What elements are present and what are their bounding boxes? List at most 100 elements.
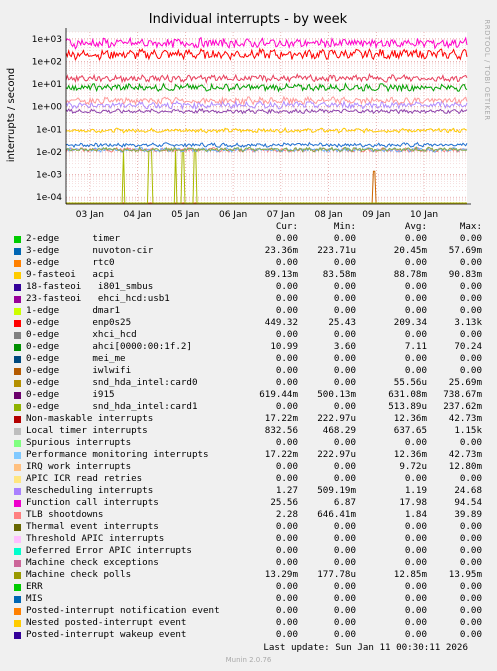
legend-swatch [14,608,21,615]
legend-max: 0.00 [459,305,482,316]
legend-min: 0.00 [333,593,356,604]
legend-row: Machine check polls 13.29m 177.78u 12.85m 13… [14,569,486,581]
legend-avg: 0.00 [404,521,427,532]
legend-swatch [14,368,21,375]
legend-swatch [14,512,21,519]
legend-row: 0-edge ahci[0000:00:1f.2] 10.99 3.60 7.11 70… [14,341,486,353]
legend-avg: 209.34 [393,317,427,328]
header-avg: Avg: [404,221,427,232]
legend-row: Posted-interrupt notification event 0.00 0… [14,605,486,617]
y-tick-label: 1e-04 [36,193,62,203]
legend-swatch [14,620,21,627]
legend-max: 94.54 [454,497,482,508]
legend-cur: 619.44m [259,389,298,400]
legend-name: 3-edge nuvoton-cir [26,245,154,256]
legend-max: 0.00 [459,581,482,592]
legend-cur: 0.00 [275,377,298,388]
legend-avg: 637.65 [393,425,427,436]
legend-cur: 0.00 [275,353,298,364]
legend-row: Deferred Error APIC interrupts 0.00 0.00 0.… [14,545,486,557]
legend-name: Function call interrupts [26,497,159,508]
legend-row: IRQ work interrupts 0.00 0.00 9.72u 12.80m [14,461,486,473]
legend-cur: 0.00 [275,461,298,472]
legend-name: Posted-interrupt wakeup event [26,629,187,640]
legend-avg: 0.00 [404,305,427,316]
legend-max: 0.00 [459,233,482,244]
legend-cur: 0.00 [275,233,298,244]
legend-name: Deferred Error APIC interrupts [26,545,192,556]
legend-swatch [14,404,21,411]
legend-max: 0.00 [459,593,482,604]
legend-min: 0.00 [333,281,356,292]
side-label: RRDTOOL / TOBI OETIKER [483,19,491,120]
legend-swatch [14,320,21,327]
legend-cur: 0.00 [275,305,298,316]
legend-name: 0-edge snd_hda_intel:card0 [26,377,198,388]
legend-min: 0.00 [333,437,356,448]
legend-swatch [14,296,21,303]
legend-cur: 1.27 [275,485,298,496]
legend-swatch [14,284,21,291]
legend-avg: 88.78m [393,269,427,280]
legend-name: Nested posted-interrupt event [26,617,187,628]
legend-min: 0.00 [333,605,356,616]
legend-row: 0-edge iwlwifi 0.00 0.00 0.00 0.00 [14,365,486,377]
legend-cur: 23.36m [264,245,298,256]
legend-min: 223.71u [317,245,356,256]
legend-max: 70.24 [454,341,482,352]
legend-name: 9-fasteoi acpi [26,269,115,280]
legend-cur: 0.00 [275,401,298,412]
legend-cur: 0.00 [275,293,298,304]
legend-swatch [14,440,21,447]
legend-min: 25.43 [328,317,356,328]
legend-row: Spurious interrupts 0.00 0.00 0.00 0.00 [14,437,486,449]
legend-cur: 25.56 [270,497,298,508]
legend-min: 0.00 [333,545,356,556]
legend-min: 0.00 [333,377,356,388]
legend-swatch [14,356,21,363]
legend-name: 0-edge enp0s25 [26,317,132,328]
legend-name: 2-edge timer [26,233,121,244]
legend-swatch [14,584,21,591]
legend-min: 0.00 [333,617,356,628]
legend-avg: 0.00 [404,257,427,268]
legend-row: Nested posted-interrupt event 0.00 0.00 0.0… [14,617,486,629]
legend-min: 0.00 [333,257,356,268]
legend-avg: 0.00 [404,329,427,340]
legend-swatch [14,416,21,423]
header-max: Max: [459,221,482,232]
y-tick-label: 1e+02 [32,57,62,67]
legend-cur: 13.29m [264,569,298,580]
legend-avg: 12.36m [393,449,427,460]
legend-avg: 0.00 [404,593,427,604]
legend-max: 0.00 [459,605,482,616]
legend-max: 12.80m [448,461,482,472]
legend-max: 39.89 [454,509,482,520]
legend-swatch [14,380,21,387]
legend-row: ERR 0.00 0.00 0.00 0.00 [14,581,486,593]
legend-name: 0-edge mei_me [26,353,126,364]
legend-min: 0.00 [333,473,356,484]
legend-max: 0.00 [459,473,482,484]
legend-row: Performance monitoring interrupts 17.22m 2… [14,449,486,461]
legend-swatch [14,464,21,471]
legend-avg: 20.45m [393,245,427,256]
legend-row: 9-fasteoi acpi 89.13m 83.58m 88.78m 90.83m [14,269,486,281]
legend-row: 23-fasteoi ehci_hcd:usb1 0.00 0.00 0.00 0.00 [14,293,486,305]
legend-min: 468.29 [322,425,356,436]
legend-avg: 17.98 [399,497,427,508]
legend-name: 0-edge xhci_hcd [26,329,137,340]
legend-row: Rescheduling interrupts 1.27 509.19m 1.19 24… [14,485,486,497]
legend-name: Posted-interrupt notification event [26,605,220,616]
legend-swatch [14,452,21,459]
legend-avg: 0.00 [404,545,427,556]
legend-row: 1-edge dmar1 0.00 0.00 0.00 0.00 [14,305,486,317]
legend-cur: 10.99 [270,341,298,352]
legend-cur: 0.00 [275,281,298,292]
x-tick-label: 06 Jan [219,210,247,220]
legend-avg: 9.72u [399,461,427,472]
legend-max: 0.00 [459,293,482,304]
legend-avg: 0.00 [404,233,427,244]
legend-cur: 0.00 [275,545,298,556]
legend-swatch [14,548,21,555]
